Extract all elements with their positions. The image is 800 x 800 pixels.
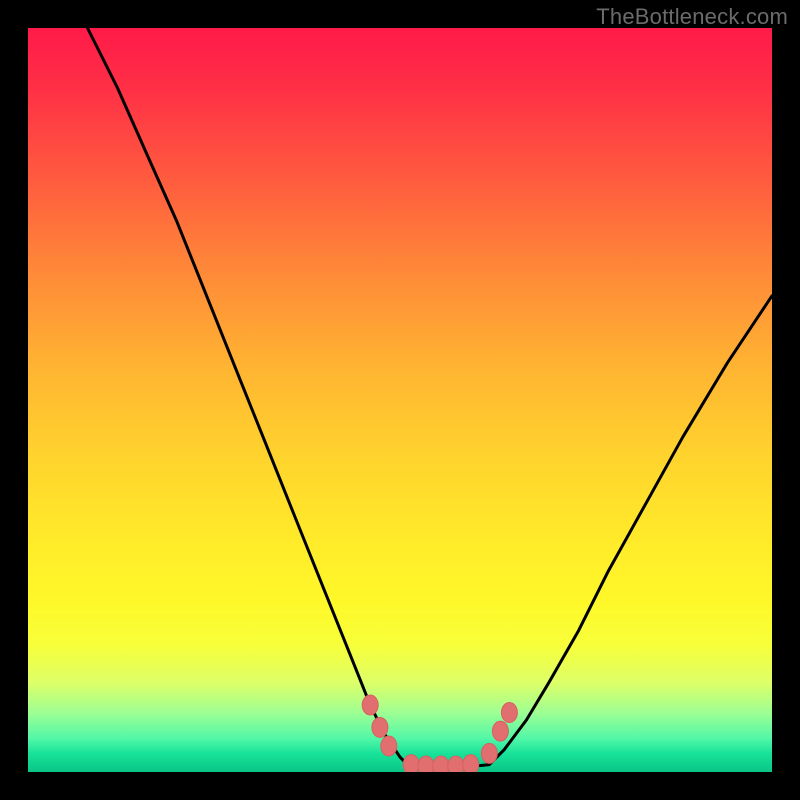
marker-right-knee-top [501, 703, 517, 723]
marker-right-knee-upper [492, 721, 508, 741]
watermark-text: TheBottleneck.com [596, 4, 788, 30]
marker-flat-1 [403, 755, 419, 772]
marker-flat-3 [433, 756, 449, 772]
chart-svg [28, 28, 772, 772]
curve-layer [88, 28, 773, 766]
marker-flat-5 [463, 755, 479, 772]
marker-left-knee-upper [362, 695, 378, 715]
marker-flat-4 [448, 756, 464, 772]
chart-frame [28, 28, 772, 772]
bottleneck-curve [88, 28, 773, 766]
marker-flat-2 [418, 756, 434, 772]
marker-left-knee-lower [381, 736, 397, 756]
marker-left-knee-mid [372, 717, 388, 737]
marker-layer [362, 695, 517, 772]
marker-right-knee-lower [481, 743, 497, 763]
